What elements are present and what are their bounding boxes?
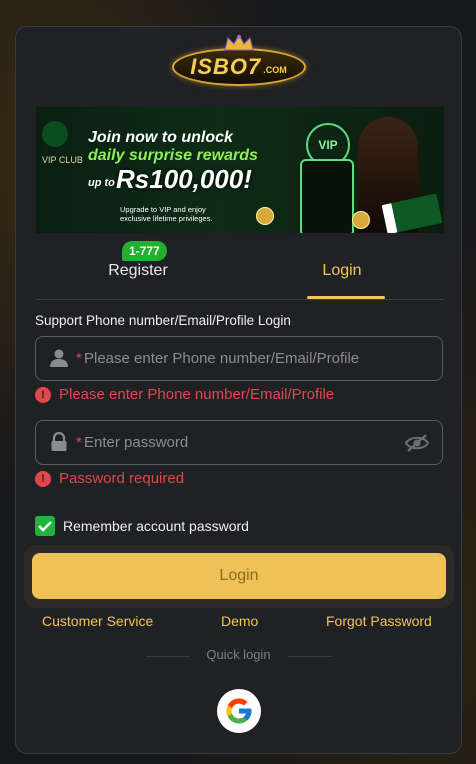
account-error-text: Please enter Phone number/Email/Profile	[59, 386, 335, 403]
remember-label: Remember account password	[63, 518, 249, 534]
tab-register-label: Register	[108, 262, 168, 279]
banner-subtext: Upgrade to VIP and enjoy exclusive lifet…	[120, 205, 213, 223]
coin-icon	[256, 207, 274, 225]
logo-area: ISBO7 .COM	[16, 34, 461, 97]
password-input[interactable]	[84, 430, 394, 454]
phone-illustration	[300, 159, 354, 233]
site-logo: ISBO7 .COM	[171, 34, 306, 86]
flag-icon	[42, 121, 68, 147]
banner-upto: up to	[88, 177, 115, 189]
tab-register[interactable]: Register 1-777	[36, 241, 240, 299]
quick-login-label: Quick login	[206, 647, 271, 662]
required-marker: *	[76, 350, 82, 367]
account-field[interactable]: *	[35, 336, 443, 381]
forgot-password-link[interactable]: Forgot Password	[326, 613, 432, 629]
account-error: ! Please enter Phone number/Email/Profil…	[35, 386, 334, 403]
active-tab-indicator	[307, 296, 385, 299]
google-login-button[interactable]	[217, 689, 261, 733]
user-icon	[50, 349, 68, 367]
banner-subheadline: daily surprise rewards	[88, 147, 258, 164]
banner-amount: Rs100,000!	[116, 164, 252, 194]
divider-line	[146, 656, 190, 657]
register-badge: 1-777	[122, 241, 167, 261]
promo-banner[interactable]: VIP CLUB Join now to unlock daily surpri…	[36, 107, 444, 233]
footer-links: Customer Service Demo Forgot Password	[16, 613, 461, 633]
account-input[interactable]	[84, 346, 394, 370]
vip-club-label: VIP CLUB	[42, 155, 83, 165]
login-modal: ISBO7 .COM VIP CLUB Join now to unlock d…	[15, 26, 462, 754]
divider-line	[288, 656, 332, 657]
error-icon: !	[35, 470, 51, 487]
crown-icon	[223, 34, 254, 51]
lock-icon	[51, 432, 67, 451]
password-error: ! Password required	[35, 470, 184, 487]
remember-row[interactable]: Remember account password	[35, 516, 249, 536]
required-marker: *	[76, 434, 82, 451]
quick-login-divider: Quick login	[16, 647, 461, 667]
auth-tabs: Register 1-777 Login	[36, 241, 444, 300]
password-field[interactable]: *	[35, 420, 443, 465]
error-icon: !	[35, 386, 51, 403]
login-button-focus-ring: Login	[24, 545, 454, 608]
remember-checkbox[interactable]	[35, 516, 55, 536]
customer-service-link[interactable]: Customer Service	[42, 613, 153, 629]
banner-headline: Join now to unlock	[88, 129, 233, 146]
google-icon	[226, 698, 252, 724]
logo-text: ISBO7	[190, 54, 262, 79]
password-error-text: Password required	[59, 470, 185, 487]
tab-login-label: Login	[322, 262, 362, 279]
demo-link[interactable]: Demo	[221, 613, 258, 629]
eye-hidden-icon[interactable]	[404, 433, 430, 453]
tab-login[interactable]: Login	[240, 247, 444, 299]
logo-suffix: .COM	[263, 65, 287, 75]
coin-icon	[352, 211, 370, 229]
check-icon	[38, 521, 52, 532]
login-button[interactable]: Login	[32, 553, 446, 599]
support-label: Support Phone number/Email/Profile Login	[35, 313, 291, 328]
